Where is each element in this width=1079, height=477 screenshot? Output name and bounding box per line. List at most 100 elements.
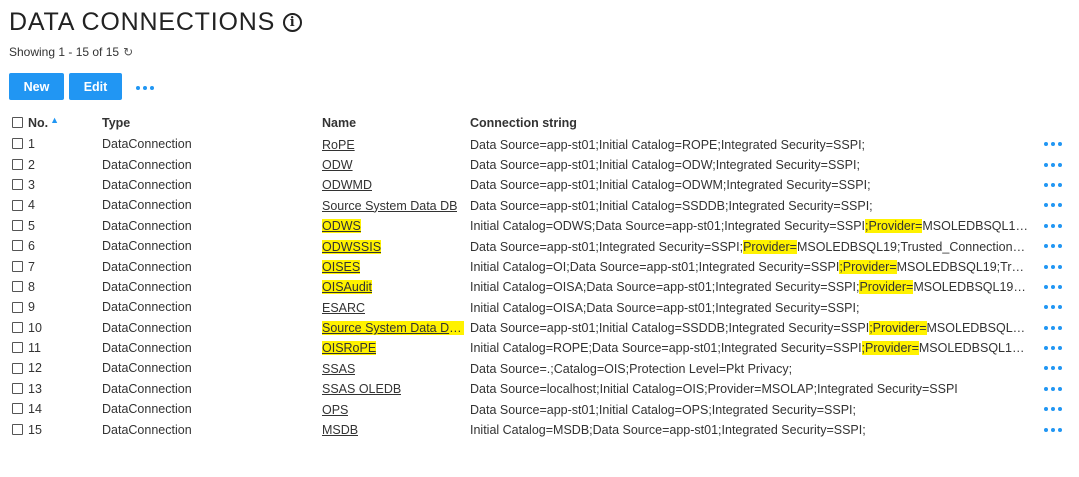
row-name-link[interactable]: Source System Data DB [322, 199, 457, 213]
connection-segment: MSOLEDBSQL19;Trust... [913, 280, 1028, 295]
highlighted-segment: ;Provider= [869, 321, 927, 336]
table-row[interactable]: 6 DataConnection ODWSSIS Data Source=app-st… [0, 236, 1079, 256]
row-name-link[interactable]: OISES [322, 259, 361, 274]
table-row[interactable]: 7 DataConnection OISES Initial Catalog=OI;D… [0, 256, 1079, 276]
row-more-icon[interactable] [1033, 223, 1079, 228]
row-name-link[interactable]: ODWMD [322, 178, 372, 192]
connection-string-text: Data Source=app-st01;Initial Catalog=SSD… [470, 321, 1028, 336]
row-name-link[interactable]: ODWS [322, 219, 361, 234]
row-name-link[interactable]: OPS [322, 403, 348, 417]
row-number-cell: 8 [0, 277, 102, 297]
row-more-icon[interactable] [1033, 142, 1079, 147]
row-checkbox[interactable] [12, 362, 23, 374]
table-row[interactable]: 12 DataConnection SSAS Data Source=.;Catalo… [0, 358, 1079, 378]
row-checkbox[interactable] [12, 260, 23, 272]
row-more-icon[interactable] [1033, 264, 1079, 269]
table-row[interactable]: 1 DataConnection RoPE Data Source=app-st01;… [0, 134, 1079, 154]
table-row[interactable]: 8 DataConnection OISAudit Initial Catalog=O… [0, 277, 1079, 297]
table-row[interactable]: 13 DataConnection SSAS OLEDB Data Source=lo… [0, 379, 1079, 399]
connection-segment: Initial Catalog=ROPE;Data Source=app-st0… [470, 341, 862, 356]
row-name-cell: ODW [322, 154, 470, 174]
row-checkbox[interactable] [12, 138, 23, 150]
connection-segment: MSOLEDBSQL19;Trusted... [896, 259, 1028, 274]
table-row[interactable]: 10 DataConnection Source System Data DB...… [0, 318, 1079, 338]
row-more-icon[interactable] [1033, 244, 1079, 249]
row-number-cell: 9 [0, 297, 102, 317]
row-checkbox[interactable] [12, 219, 23, 231]
row-checkbox[interactable] [12, 199, 23, 211]
row-more-icon[interactable] [1033, 346, 1079, 351]
row-connection-string: Data Source=app-st01;Integrated Security… [470, 236, 1033, 256]
row-more-icon[interactable] [1033, 284, 1079, 289]
header-type[interactable]: Type [102, 112, 322, 134]
row-more-icon[interactable] [1033, 427, 1079, 432]
select-all-checkbox[interactable] [12, 117, 23, 129]
row-actions-cell [1033, 277, 1079, 297]
refresh-icon[interactable]: ↻ [123, 45, 133, 59]
table-row[interactable]: 14 DataConnection OPS Data Source=app-st01;… [0, 399, 1079, 419]
header-no[interactable]: No. ▲ [0, 112, 102, 134]
row-name-link[interactable]: MSDB [322, 423, 358, 437]
row-checkbox[interactable] [12, 301, 23, 313]
connection-segment: MSOLEDBSQL19;Tru... [922, 219, 1028, 234]
connection-segment: Initial Catalog=OISA;Data Source=app-st0… [470, 280, 860, 295]
table-row[interactable]: 3 DataConnection ODWMD Data Source=app-st01… [0, 175, 1079, 195]
more-horizontal-icon[interactable] [136, 86, 154, 90]
row-more-icon[interactable] [1033, 162, 1079, 167]
connection-segment: Data Source=app-st01;Initial Catalog=ODW… [470, 157, 860, 172]
row-name-link[interactable]: OISAudit [322, 280, 373, 295]
row-checkbox[interactable] [12, 179, 23, 191]
row-name-link[interactable]: ODWSSIS [322, 239, 382, 254]
row-name-link[interactable]: RoPE [322, 138, 355, 152]
row-checkbox[interactable] [12, 240, 23, 252]
row-name-link[interactable]: ESARC [322, 301, 365, 315]
info-circle-icon[interactable]: i [283, 13, 303, 32]
row-number: 3 [28, 177, 35, 192]
row-type: DataConnection [102, 239, 192, 254]
header-name[interactable]: Name [322, 112, 470, 134]
connection-segment: Data Source=app-st01;Initial Catalog=ODW… [470, 178, 871, 193]
row-number: 5 [28, 218, 35, 233]
edit-button[interactable]: Edit [69, 73, 122, 100]
row-name-cell: RoPE [322, 134, 470, 154]
row-name-link[interactable]: SSAS OLEDB [322, 382, 401, 396]
row-checkbox[interactable] [12, 342, 23, 354]
connection-segment: Initial Catalog=MSDB;Data Source=app-st0… [470, 423, 866, 438]
row-name-link[interactable]: SSAS [322, 362, 355, 376]
sort-ascending-icon[interactable]: ▲ [50, 115, 59, 125]
connection-string-text: Data Source=localhost;Initial Catalog=OI… [470, 382, 958, 396]
row-checkbox[interactable] [12, 158, 23, 170]
row-more-icon[interactable] [1033, 386, 1079, 391]
row-checkbox[interactable] [12, 423, 23, 435]
row-more-icon[interactable] [1033, 366, 1079, 371]
table-row[interactable]: 11 DataConnection OISRoPE Initial Catalog=R… [0, 338, 1079, 358]
row-more-icon[interactable] [1033, 407, 1079, 412]
row-checkbox[interactable] [12, 321, 23, 333]
row-more-icon[interactable] [1033, 305, 1079, 310]
row-checkbox[interactable] [12, 383, 23, 395]
row-type: DataConnection [102, 320, 192, 335]
row-number: 12 [28, 361, 42, 376]
row-more-icon[interactable] [1033, 182, 1079, 187]
row-checkbox[interactable] [12, 403, 23, 415]
row-connection-string: Data Source=app-st01;Initial Catalog=ODW… [470, 154, 1033, 174]
table-row[interactable]: 5 DataConnection ODWS Initial Catalog=ODWS;… [0, 216, 1079, 236]
row-more-icon[interactable] [1033, 325, 1079, 330]
row-name-link[interactable]: Source System Data DB... [322, 321, 464, 336]
table-row[interactable]: 15 DataConnection MSDB Initial Catalog=MSDB… [0, 419, 1079, 439]
highlighted-segment: Provider= [859, 280, 914, 295]
connection-segment: MSOLEDBSQL19;Trus... [918, 341, 1028, 356]
connection-segment: Data Source=app-st01;Integrated Security… [470, 239, 744, 254]
row-name-link[interactable]: ODW [322, 158, 353, 172]
header-connection-string[interactable]: Connection string [470, 112, 1033, 134]
row-actions-cell [1033, 318, 1079, 338]
table-row[interactable]: 4 DataConnection Source System Data DB Data… [0, 195, 1079, 215]
row-more-icon[interactable] [1033, 203, 1079, 208]
new-button[interactable]: New [9, 73, 64, 100]
table-row[interactable]: 2 DataConnection ODW Data Source=app-st01;I… [0, 154, 1079, 174]
row-connection-string: Initial Catalog=OISA;Data Source=app-st0… [470, 277, 1033, 297]
row-actions-cell [1033, 419, 1079, 439]
row-checkbox[interactable] [12, 281, 23, 293]
row-name-link[interactable]: OISRoPE [322, 341, 377, 356]
table-row[interactable]: 9 DataConnection ESARC Initial Catalog=OISA… [0, 297, 1079, 317]
